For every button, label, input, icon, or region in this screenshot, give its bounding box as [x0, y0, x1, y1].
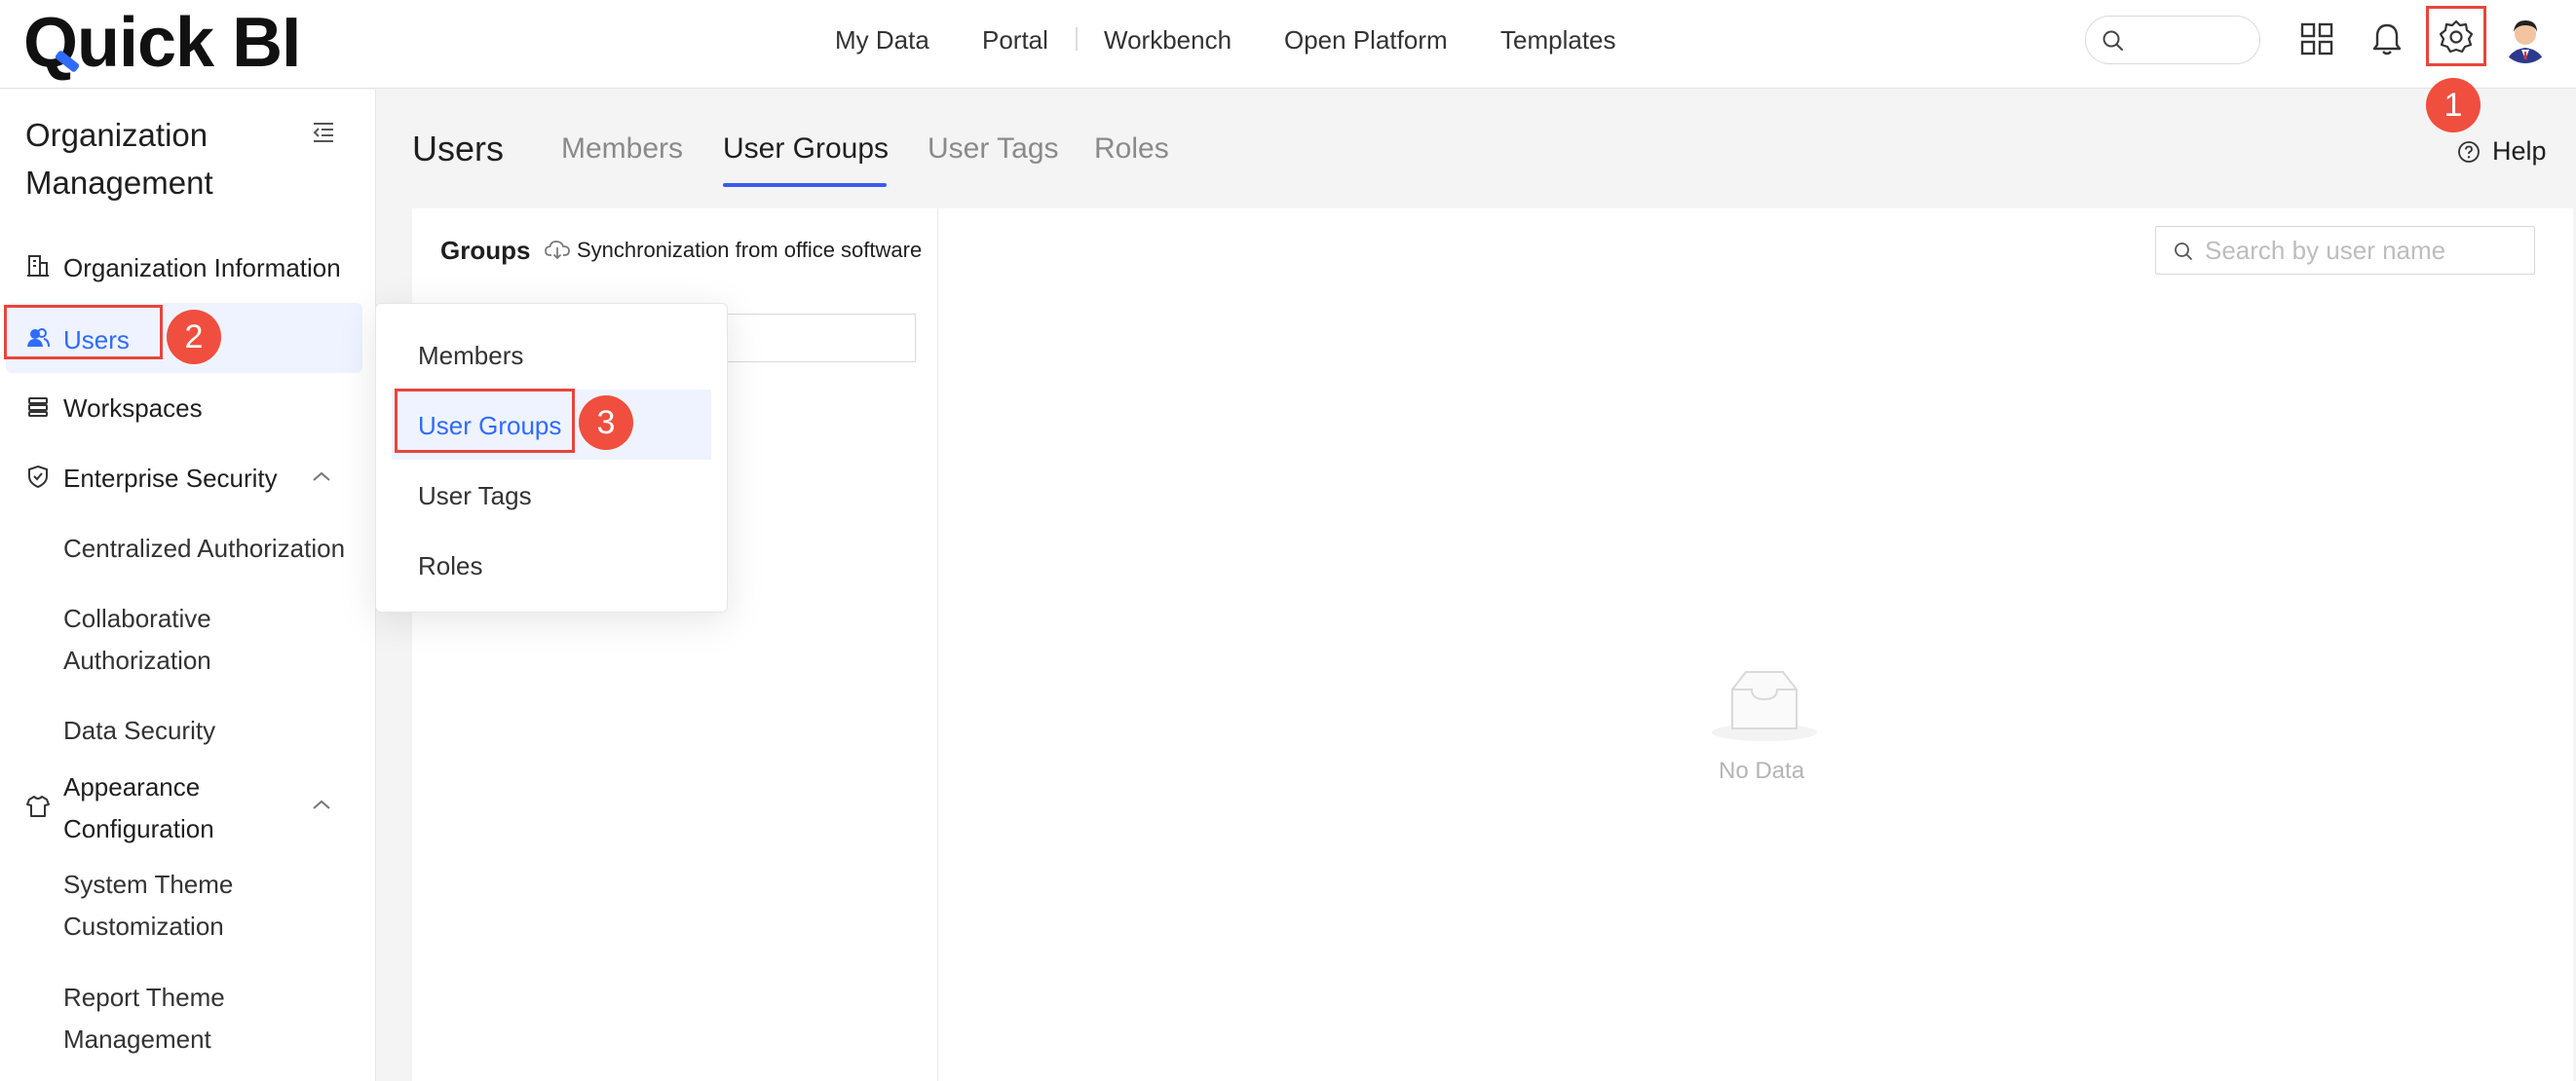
search-icon — [2102, 30, 2123, 51]
sidebar-item-label: System Theme Customization — [63, 864, 317, 948]
label-line2: Configuration — [63, 814, 214, 843]
sidebar-item-data-security[interactable]: Data Security — [0, 714, 376, 753]
avatar[interactable] — [2500, 13, 2551, 63]
sidebar-item-label: Enterprise Security — [63, 464, 278, 493]
sidebar-item-organization-information[interactable]: Organization Information — [0, 251, 376, 290]
tab-roles[interactable]: Roles — [1094, 132, 1169, 166]
search-icon — [2175, 242, 2192, 260]
groups-heading: Groups — [440, 236, 531, 265]
layers-icon — [28, 397, 48, 417]
sidebar-item-label: Appearance Configuration — [63, 766, 317, 850]
sidebar-item-label: Workspaces — [63, 393, 203, 423]
global-search-input[interactable] — [2085, 16, 2260, 64]
user-search-field[interactable] — [2155, 226, 2535, 275]
sidebar-item-collaborative-authorization[interactable]: Collaborative Authorization — [0, 598, 376, 682]
building-icon — [27, 255, 49, 277]
label-line2: Management — [63, 1025, 211, 1054]
sidebar-item-system-theme-customization[interactable]: System Theme Customization — [0, 864, 376, 948]
label-line1: Report Theme — [63, 983, 225, 1012]
sidebar-item-appearance-configuration[interactable]: Appearance Configuration — [0, 766, 376, 850]
help-label: Help — [2492, 136, 2547, 166]
tab-members[interactable]: Members — [561, 132, 683, 166]
submenu-item-label: Roles — [418, 551, 483, 580]
tab-user-tags[interactable]: User Tags — [928, 132, 1059, 166]
label-line1: System Theme — [63, 870, 234, 899]
submenu-item-label: User Tags — [418, 481, 532, 510]
label-line2: Authorization — [63, 646, 211, 675]
submenu-item-roles[interactable]: Roles — [376, 530, 727, 600]
step-badge-2: 2 — [167, 310, 221, 364]
nav-divider — [1076, 27, 1078, 51]
chevron-up-icon[interactable] — [310, 794, 333, 817]
submenu-item-members[interactable]: Members — [376, 319, 727, 390]
label-line1: Appearance — [63, 772, 201, 801]
nav-portal[interactable]: Portal — [982, 0, 1048, 80]
sync-label: Synchronization from office software — [577, 238, 923, 262]
apps-grid-icon[interactable] — [2297, 19, 2336, 58]
help-circle-icon — [2458, 141, 2480, 163]
tab-user-groups[interactable]: User Groups — [723, 132, 889, 166]
sidebar-item-workspaces[interactable]: Workspaces — [0, 391, 376, 430]
sidebar-item-label: Data Security — [63, 716, 216, 745]
sidebar-item-label: Centralized Authorization — [63, 534, 346, 563]
collapse-menu-icon[interactable] — [310, 119, 337, 146]
active-tab-indicator — [723, 183, 887, 187]
users-highlight-box — [4, 305, 163, 359]
gear-icon[interactable] — [2437, 18, 2476, 56]
users-submenu-dropdown: Members User Groups User Tags Roles — [375, 303, 728, 613]
submenu-item-label: Members — [418, 341, 524, 370]
label-line2: Customization — [63, 912, 224, 941]
label-line1: Collaborative — [63, 604, 211, 633]
step-badge-1: 1 — [2426, 78, 2481, 132]
empty-inbox-icon — [1712, 671, 1817, 741]
submenu-item-user-tags[interactable]: User Tags — [376, 460, 727, 530]
user-groups-highlight-box — [395, 389, 575, 453]
page-title: Users — [412, 129, 505, 168]
sidebar-title-line2: Management — [25, 165, 213, 201]
avatar-illustration-icon — [2500, 13, 2551, 63]
empty-state-text: No Data — [1719, 758, 1805, 784]
sidebar-title: Organization Management — [25, 111, 213, 206]
nav-templates[interactable]: Templates — [1500, 0, 1616, 80]
user-search-input[interactable] — [2203, 235, 2524, 266]
sidebar-item-enterprise-security[interactable]: Enterprise Security — [0, 462, 376, 501]
sidebar-item-centralized-authorization[interactable]: Centralized Authorization — [0, 532, 376, 571]
chevron-up-icon[interactable] — [310, 466, 333, 489]
nav-workbench[interactable]: Workbench — [1104, 0, 1231, 80]
sidebar-item-label: Organization Information — [63, 253, 341, 282]
shield-icon — [28, 465, 48, 489]
sidebar-item-report-theme-management[interactable]: Report Theme Management — [0, 977, 376, 1061]
shirt-icon — [26, 796, 50, 817]
sidebar-item-label: Collaborative Authorization — [63, 598, 317, 682]
sidebar-item-label: Report Theme Management — [63, 977, 317, 1061]
panel-divider — [937, 208, 938, 1081]
sidebar-title-line1: Organization — [25, 117, 208, 153]
nav-my-data[interactable]: My Data — [835, 0, 929, 80]
bell-icon[interactable] — [2368, 19, 2406, 58]
cloud-download-icon — [545, 241, 570, 260]
top-bar: Quick BI My Data Portal Workbench Open P… — [0, 0, 2576, 89]
step-badge-3: 3 — [579, 395, 633, 450]
nav-open-platform[interactable]: Open Platform — [1284, 0, 1448, 80]
